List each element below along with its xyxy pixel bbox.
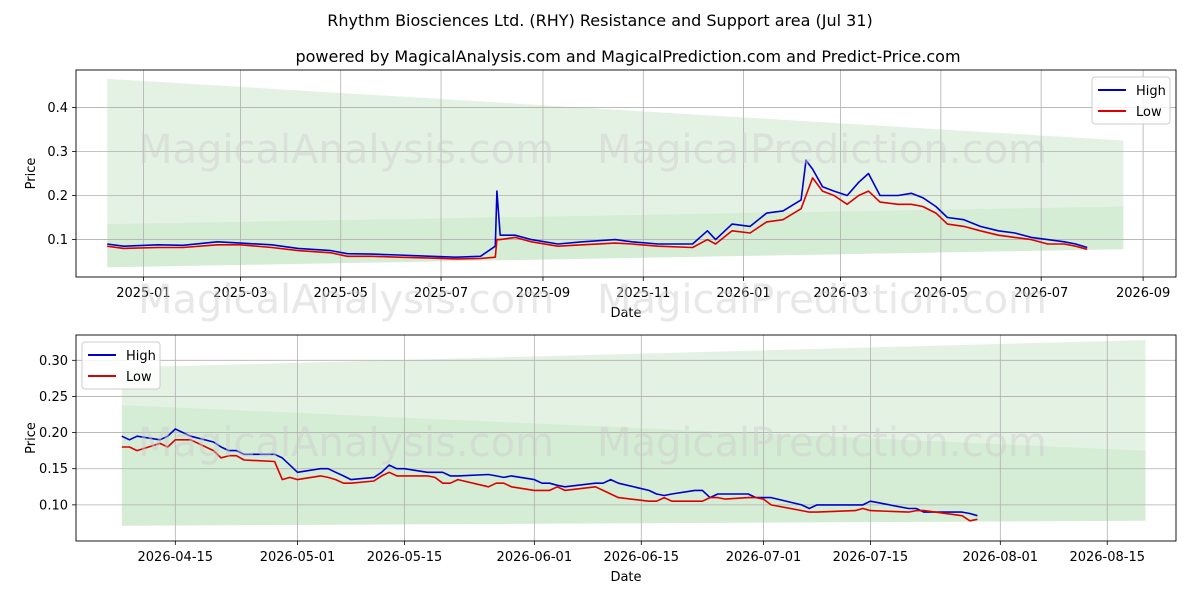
- top-y-tick-label: 0.4: [47, 101, 68, 116]
- top-x-tick-label: 2026-09: [1116, 286, 1170, 301]
- bottom-x-tick-label: 2026-07-01: [726, 550, 802, 565]
- top-y-tick-label: 0.1: [47, 233, 68, 248]
- bottom-legend-label-low: Low: [126, 370, 152, 385]
- bottom-x-tick-label: 2026-06-15: [603, 550, 679, 565]
- chart-title: Rhythm Biosciences Ltd. (RHY) Resistance…: [327, 11, 872, 30]
- bottom-x-tick-label: 2026-06-01: [497, 550, 573, 565]
- bottom-y-tick-label: 0.15: [39, 462, 68, 477]
- top-legend-label-low: Low: [1136, 105, 1162, 120]
- bottom-x-tick-label: 2026-08-15: [1069, 550, 1145, 565]
- bottom-x-tick-label: 2026-05-01: [260, 550, 336, 565]
- bottom-x-tick-label: 2026-07-15: [833, 550, 909, 565]
- bottom-x-tick-label: 2026-04-15: [138, 550, 214, 565]
- watermark-bottom-right: MagicalPrediction.com: [597, 420, 1047, 466]
- bottom-y-tick-label: 0.30: [39, 354, 68, 369]
- bottom-legend-label-high: High: [126, 349, 156, 364]
- watermark-top-left: MagicalAnalysis.com: [138, 127, 554, 173]
- chart-subtitle: powered by MagicalAnalysis.com and Magic…: [295, 47, 960, 66]
- bottom-legend: High Low: [81, 341, 161, 390]
- watermark-bottom-left: MagicalAnalysis.com: [138, 420, 554, 466]
- watermark-middle-left: MagicalAnalysis.com: [138, 277, 554, 323]
- top-y-axis-label: Price: [24, 158, 39, 190]
- bottom-x-tick-label: 2026-08-01: [963, 550, 1039, 565]
- watermark-top-right: MagicalPrediction.com: [597, 127, 1047, 173]
- bottom-x-axis-label: Date: [610, 570, 641, 585]
- bottom-y-tick-label: 0.10: [39, 498, 68, 513]
- bottom-x-tick-label: 2026-05-15: [367, 550, 443, 565]
- bottom-y-tick-label: 0.20: [39, 426, 68, 441]
- bottom-y-axis-label: Price: [24, 422, 39, 454]
- top-y-tick-label: 0.2: [47, 189, 68, 204]
- figure: Rhythm Biosciences Ltd. (RHY) Resistance…: [0, 0, 1200, 600]
- top-legend: High Low: [1091, 76, 1171, 125]
- top-y-tick-label: 0.3: [47, 145, 68, 160]
- bottom-y-tick-label: 0.25: [39, 390, 68, 405]
- top-legend-label-high: High: [1136, 84, 1166, 99]
- watermark-middle-right: MagicalPrediction.com: [597, 277, 1047, 323]
